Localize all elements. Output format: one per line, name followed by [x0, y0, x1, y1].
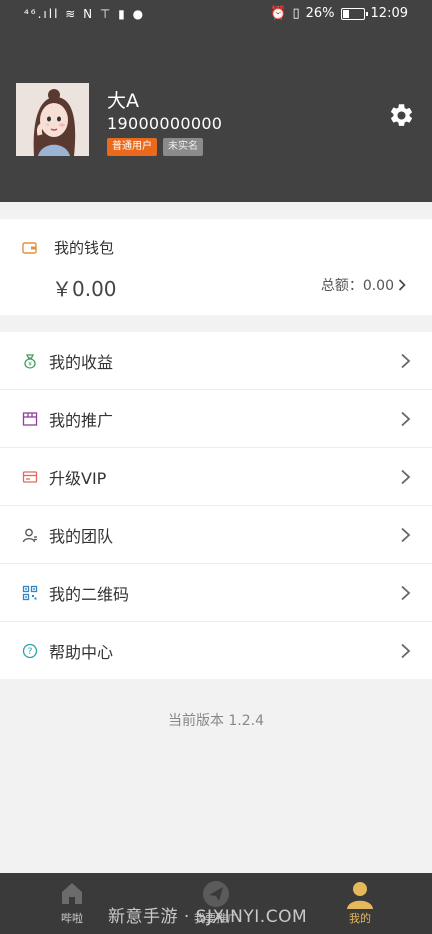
menu-label: 升级VIP — [49, 468, 107, 488]
wallet-title: 我的钱包 — [54, 239, 115, 257]
user-phone: 19000000000 — [107, 114, 223, 133]
menu-label: 我的收益 — [49, 352, 114, 372]
menu-item-team[interactable]: 我的团队 — [0, 506, 432, 564]
user-name: 大A — [107, 90, 139, 112]
svg-text:¥: ¥ — [28, 361, 32, 368]
clock: 12:09 — [370, 6, 408, 21]
vibrate-icon: ▯ — [292, 6, 300, 21]
verification-badge[interactable]: 未实名 — [163, 138, 203, 156]
alarm-icon: ⏰ — [270, 6, 287, 21]
svg-text:?: ? — [28, 647, 33, 657]
menu-item-promotion[interactable]: 我的推广 — [0, 390, 432, 448]
tab-home[interactable]: 哔啦 — [27, 873, 117, 934]
status-right: ⏰ ▯ 26% 12:09 — [270, 6, 408, 21]
card-icon — [22, 470, 38, 483]
wallet-balance: ￥0.00 — [52, 277, 117, 301]
battery-percent: 26% — [305, 6, 335, 21]
menu-label: 我的推广 — [49, 410, 114, 430]
chevron-right-icon — [398, 279, 406, 291]
avatar[interactable] — [16, 83, 89, 156]
wallet-icon — [22, 240, 37, 259]
help-icon: ? — [22, 643, 38, 658]
chevron-right-icon — [401, 469, 411, 484]
promotion-icon — [22, 411, 38, 426]
version-text: 当前版本 1.2.4 — [167, 713, 265, 729]
menu-label: 我的团队 — [49, 526, 114, 546]
money-bag-icon: ¥ — [24, 353, 36, 369]
profile-header: ⁴⁶.ıll ≋ N ⊤ ▮ ● ⏰ ▯ 26% 12:09 大A 190000… — [0, 0, 432, 202]
menu-label: 帮助中心 — [49, 642, 114, 662]
home-icon — [62, 883, 82, 904]
menu-label: 我的二维码 — [49, 584, 130, 604]
tab-label: 哔啦 — [61, 912, 83, 925]
tab-mine[interactable]: 我的 — [315, 873, 405, 934]
wallet-total-link[interactable]: 总额：0.00 — [321, 275, 406, 295]
watermark: 新意手游 · SJXINYI.COM — [108, 907, 308, 927]
team-icon — [22, 528, 37, 542]
menu-item-qrcode[interactable]: 我的二维码 — [0, 564, 432, 622]
tab-label: 我的 — [349, 912, 371, 925]
menu-item-earnings[interactable]: ¥ 我的收益 — [0, 332, 432, 390]
chevron-right-icon — [401, 411, 411, 426]
user-type-badge: 普通用户 — [107, 138, 157, 156]
chevron-right-icon — [401, 643, 411, 658]
settings-gear-icon[interactable] — [388, 102, 415, 129]
qrcode-icon — [22, 585, 38, 600]
wallet-total-label: 总额：0.00 — [320, 278, 394, 294]
menu-list: ¥ 我的收益 我的推广 升级VIP 我的团队 我的二维码 ? 帮助中心 — [0, 332, 432, 679]
chevron-right-icon — [401, 353, 411, 368]
user-icon — [347, 882, 373, 909]
battery-icon — [340, 7, 368, 20]
menu-item-upgrade-vip[interactable]: 升级VIP — [0, 448, 432, 506]
chevron-right-icon — [401, 585, 411, 600]
chevron-right-icon — [401, 527, 411, 542]
status-bar: ⁴⁶.ıll ≋ N ⊤ ▮ ● ⏰ ▯ 26% 12:09 — [0, 0, 432, 30]
menu-item-help[interactable]: ? 帮助中心 — [0, 622, 432, 679]
status-indicators: ⁴⁶.ıll ≋ N ⊤ ▮ ● — [24, 7, 146, 21]
